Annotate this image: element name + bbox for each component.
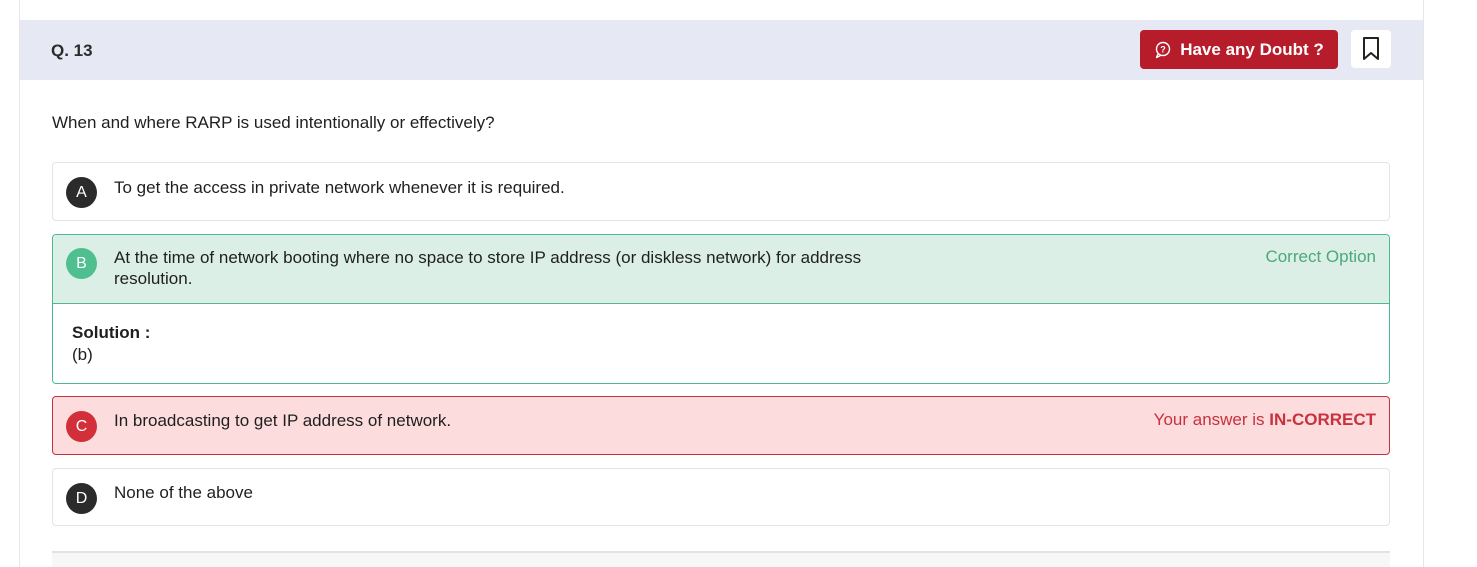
incorrect-answer-label: Your answer is IN-CORRECT: [1154, 410, 1376, 430]
option-b-header: B At the time of network booting where n…: [53, 235, 1389, 304]
solution-text: (b): [72, 345, 93, 364]
bookmark-icon: [1363, 37, 1379, 60]
incorrect-answer-prefix: Your answer is: [1153, 410, 1270, 429]
question-card: Q. 13 ? Have any Doubt ? When and where …: [19, 0, 1424, 567]
option-text: None of the above: [114, 483, 253, 502]
option-b[interactable]: B At the time of network booting where n…: [52, 234, 1390, 384]
option-d[interactable]: D None of the above: [52, 468, 1390, 526]
option-text: In broadcasting to get IP address of net…: [114, 411, 452, 430]
svg-text:?: ?: [1160, 44, 1166, 54]
have-doubt-label: Have any Doubt ?: [1180, 39, 1324, 59]
question-header: Q. 13 ? Have any Doubt ?: [20, 20, 1423, 80]
option-text: To get the access in private network whe…: [114, 178, 565, 197]
question-text: When and where RARP is used intentionall…: [52, 113, 495, 132]
bookmark-button[interactable]: [1351, 30, 1391, 68]
option-a[interactable]: A To get the access in private network w…: [52, 162, 1390, 221]
option-letter-badge: D: [66, 483, 97, 514]
question-number: Q. 13: [51, 41, 93, 60]
next-section-edge: [52, 553, 1390, 567]
correct-option-label: Correct Option: [1265, 247, 1376, 266]
option-text: At the time of network booting where no …: [114, 248, 862, 288]
option-letter-badge: C: [66, 411, 97, 442]
option-c[interactable]: C In broadcasting to get IP address of n…: [52, 396, 1390, 455]
option-letter-badge: A: [66, 177, 97, 208]
doubt-bubble-icon: ?: [1154, 41, 1172, 59]
option-letter-badge: B: [66, 248, 97, 279]
solution-title: Solution :: [72, 323, 151, 342]
incorrect-answer-emph: IN-CORRECT: [1269, 410, 1376, 429]
have-doubt-button[interactable]: ? Have any Doubt ?: [1140, 30, 1338, 69]
